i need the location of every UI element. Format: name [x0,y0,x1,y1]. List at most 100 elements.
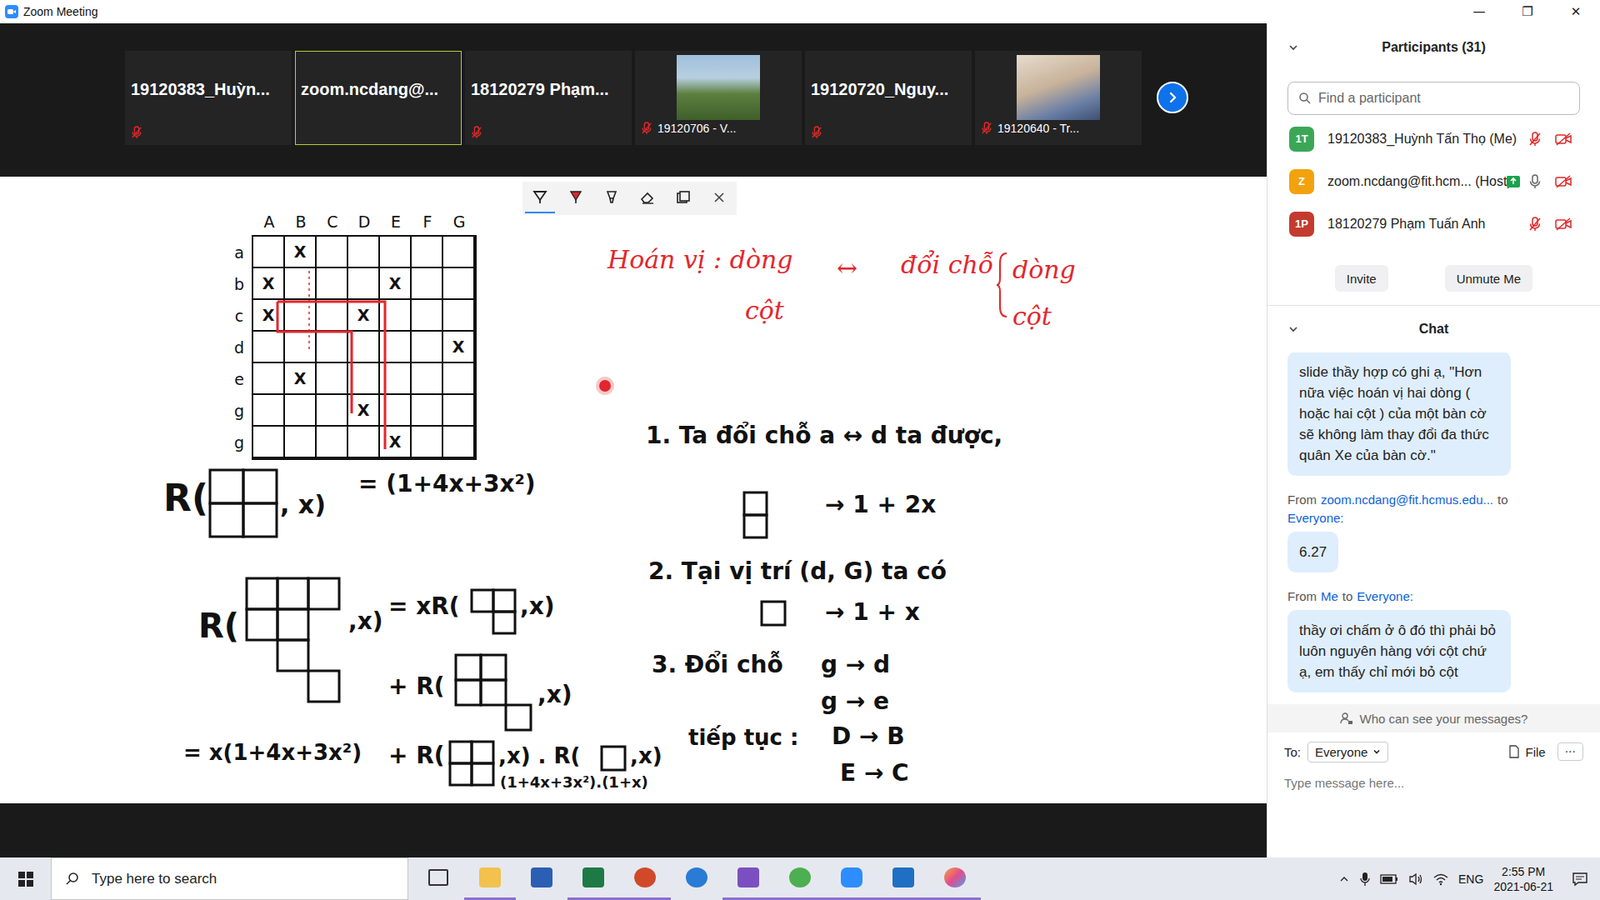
next-page-button[interactable] [1156,81,1189,114]
video-off-icon[interactable] [1555,175,1572,189]
whiteboard[interactable]: ABCDEFGabcdeggXXXXXXXXXHoán vị : dòngcột… [0,176,1267,804]
highlighter-tool-button[interactable] [596,183,627,214]
board-cell[interactable] [348,236,379,267]
input-language[interactable]: ENG [1458,872,1484,886]
taskbar-app[interactable] [774,857,826,900]
participant-row[interactable]: 1T19120383_Huỳnh Tấn Thọ (Me) [1267,117,1600,160]
board-cell[interactable]: X [285,363,315,394]
board-cell[interactable]: X [253,268,284,299]
board-cell[interactable] [285,300,315,330]
speaker-icon[interactable] [1408,872,1424,886]
message-input[interactable]: Type message here... [1267,770,1600,805]
participant-action-button[interactable]: Invite [1335,265,1389,292]
taskbar-app[interactable] [929,857,981,900]
window-control-button[interactable]: ❐ [1503,0,1552,24]
start-button[interactable] [0,857,51,900]
privacy-link[interactable]: Who can see your messages? [1267,704,1600,733]
board-cell[interactable] [411,363,442,394]
more-button[interactable]: ··· [1557,742,1584,761]
board-cell[interactable] [411,331,442,362]
sender-name[interactable]: zoom.ncdang@fit.hcmus.edu... [1320,492,1494,507]
taskbar-app[interactable] [670,857,723,900]
board-cell[interactable] [316,300,347,330]
board-cell[interactable]: X [348,395,379,425]
board-cell[interactable] [285,395,315,425]
board-cell[interactable] [348,268,379,299]
board-cell[interactable] [253,426,284,457]
pen-tool-button[interactable] [525,183,555,214]
muted-mic-icon[interactable] [1528,216,1542,232]
eraser-tool-button[interactable] [632,183,663,214]
board-cell[interactable]: X [348,300,379,330]
video-thumbnail[interactable]: 19120640 - Tr... [975,50,1142,145]
board-cell[interactable] [316,426,347,457]
clock[interactable]: 2:55 PM2021-06-21 [1493,864,1554,895]
board-cell[interactable] [380,300,410,330]
board-cell[interactable] [285,331,315,362]
participant-action-button[interactable]: Unmute Me [1445,265,1534,292]
video-off-icon[interactable] [1555,217,1572,231]
battery-icon[interactable] [1380,873,1399,885]
board-cell[interactable] [411,236,442,267]
copy-tool-button[interactable] [668,183,699,214]
wifi-icon[interactable] [1433,872,1449,886]
board-cell[interactable] [316,363,347,394]
board-cell[interactable]: X [380,268,410,299]
board-cell[interactable] [411,426,442,457]
mic-icon[interactable] [1528,174,1542,190]
board-cell[interactable] [253,236,284,267]
video-thumbnail[interactable]: 19120706 - V... [635,50,802,145]
board-cell[interactable] [443,363,474,394]
board-cell[interactable] [443,300,474,330]
board-cell[interactable]: X [253,300,284,330]
recipient-dropdown[interactable]: Everyone [1307,741,1389,763]
board-cell[interactable] [253,331,284,362]
board-cell[interactable]: X [443,331,474,362]
board-cell[interactable] [443,268,474,299]
board-cell[interactable] [348,426,379,457]
board-cell[interactable]: X [285,236,315,267]
taskbar-app[interactable] [515,857,568,900]
recipient-name[interactable]: Everyone: [1356,589,1414,604]
board-cell[interactable] [316,236,347,267]
video-off-icon[interactable] [1555,132,1572,146]
board-cell[interactable] [443,236,474,267]
board-cell[interactable] [411,395,442,425]
taskbar-search[interactable]: Type here to search [50,857,409,900]
board-cell[interactable] [380,363,410,394]
close-tool-button[interactable] [704,183,735,214]
board-cell[interactable]: X [380,426,410,457]
taskbar-app[interactable] [464,857,516,900]
board-cell[interactable] [253,395,284,425]
notification-icon[interactable] [1571,871,1589,887]
participant-row[interactable]: Zzoom.ncdang@fit.hcm... (Host) [1267,160,1600,203]
recipient-name[interactable]: Everyone: [1287,510,1345,525]
video-thumbnail[interactable]: 19120720_Nguy... [805,50,972,145]
board-cell[interactable] [316,395,347,425]
board-cell[interactable] [285,426,315,457]
participant-row[interactable]: 1P18120279 Phạm Tuấn Anh [1267,202,1600,245]
board-cell[interactable] [411,300,442,330]
taskbar-app[interactable] [412,857,465,900]
muted-mic-icon[interactable] [1528,131,1542,147]
board-cell[interactable] [316,331,347,362]
board-cell[interactable] [380,236,410,267]
board-cell[interactable] [253,363,284,394]
taskbar-app[interactable] [877,857,930,900]
board-cell[interactable] [348,331,379,362]
video-thumbnail[interactable]: 18120279 Phạm... [465,50,632,145]
microphone-icon[interactable] [1360,871,1370,887]
board-cell[interactable] [285,268,315,299]
window-control-button[interactable]: — [1455,0,1504,24]
taskbar-app[interactable] [619,857,671,900]
board-cell[interactable] [443,395,474,425]
marker-tool-button[interactable] [560,183,591,214]
board-cell[interactable] [380,331,410,362]
board-cell[interactable] [316,268,347,299]
window-control-button[interactable]: ✕ [1551,0,1600,24]
video-thumbnail[interactable]: 19120383_Huỳn... [125,50,292,145]
board-cell[interactable] [348,363,379,394]
taskbar-app[interactable] [722,857,775,900]
board-cell[interactable] [411,268,442,299]
board-cell[interactable] [443,426,474,457]
